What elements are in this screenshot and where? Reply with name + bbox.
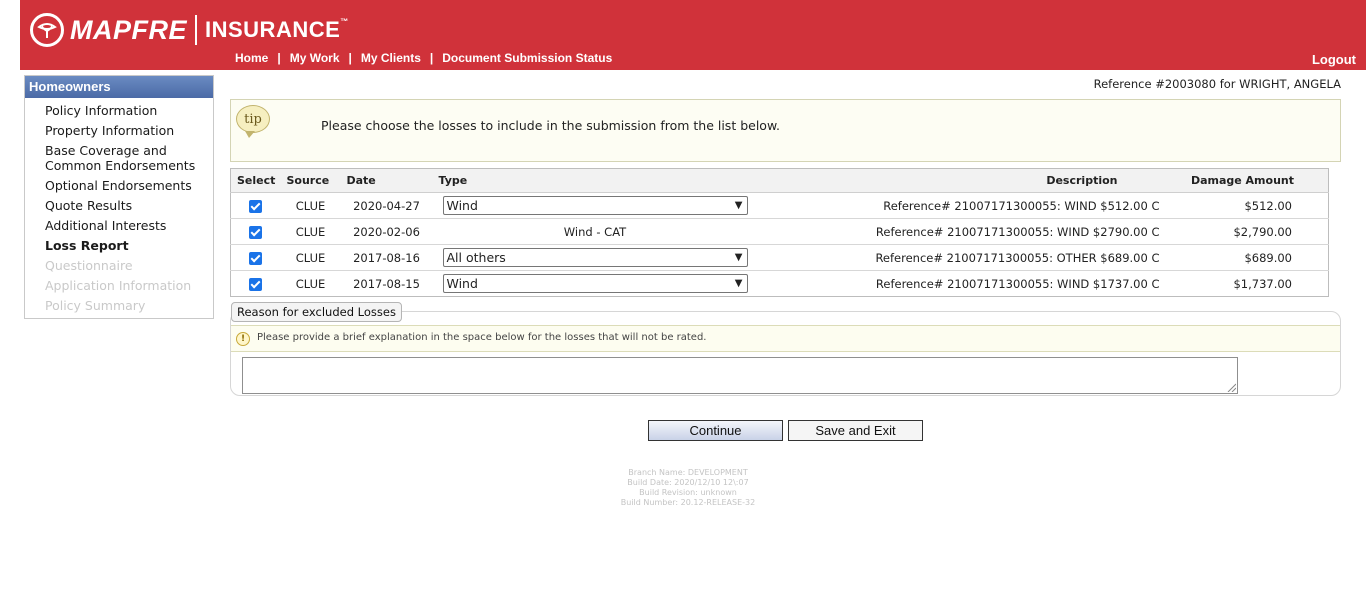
sidebar-menu: Policy Information Property Information … xyxy=(25,103,213,313)
tip-text: Please choose the losses to include in t… xyxy=(321,118,780,133)
sidebar-title: Homeowners xyxy=(25,76,213,98)
select-cell xyxy=(230,218,281,245)
build-info: Branch Name: DEVELOPMENT Build Date: 202… xyxy=(588,468,788,508)
loss-type-value: Wind xyxy=(446,276,478,291)
chevron-down-icon: ▼ xyxy=(734,200,743,211)
select-cell xyxy=(230,192,281,219)
damage-amount-cell: $1,737.00 xyxy=(1233,276,1292,291)
select-cell xyxy=(231,271,281,297)
brand-product: INSURANCE™ xyxy=(205,17,349,42)
column-header-description: Description xyxy=(757,168,1178,193)
type-cell: All others ▼ xyxy=(432,244,758,271)
loss-select-checkbox[interactable] xyxy=(249,277,263,291)
nav-separator: | xyxy=(429,51,434,65)
nav-home-link[interactable]: Home xyxy=(235,51,268,65)
date-cell: 2020-02-06 xyxy=(340,218,433,245)
table-row: CLUE 2017-08-16 All others ▼ Reference# … xyxy=(230,244,1329,271)
date-cell: 2020-04-27 xyxy=(340,192,433,219)
chevron-down-icon: ▼ xyxy=(734,278,743,289)
loss-select-checkbox[interactable] xyxy=(249,251,263,265)
type-cell: Wind - CAT xyxy=(432,218,758,245)
continue-button[interactable]: Continue xyxy=(648,420,783,441)
tip-panel: tip Please choose the losses to include … xyxy=(230,99,1341,162)
sidebar: Homeowners Policy Information Property I… xyxy=(24,75,214,319)
mapfre-logo[interactable]: MAPFRE INSURANCE™ xyxy=(30,12,349,48)
sidebar-item-policy-information[interactable]: Policy Information xyxy=(45,103,213,118)
info-icon: ! xyxy=(236,332,250,346)
nav-document-submission-status-link[interactable]: Document Submission Status xyxy=(442,51,612,65)
nav-separator: | xyxy=(277,51,281,65)
source-cell: CLUE xyxy=(280,244,341,271)
table-row: CLUE 2020-02-06 Wind - CAT Reference# 21… xyxy=(230,218,1329,245)
column-header-type: Type xyxy=(432,168,758,193)
trademark-mark: ™ xyxy=(340,17,349,26)
nav-my-clients-link[interactable]: My Clients xyxy=(361,51,421,65)
source-cell: CLUE xyxy=(280,192,341,219)
column-header-date: Date xyxy=(340,168,433,193)
sidebar-item-additional-interests[interactable]: Additional Interests xyxy=(45,218,213,233)
losses-table: Select Source Date Type Description Dama… xyxy=(230,168,1329,297)
resize-grip-icon[interactable] xyxy=(1226,382,1236,392)
nav-my-work-link[interactable]: My Work xyxy=(290,51,340,65)
description-cell: Reference# 21007171300055: WIND $1737.00… xyxy=(875,276,1160,291)
type-cell: Wind ▼ xyxy=(432,192,758,219)
description-cell: Reference# 21007171300055: OTHER $689.00… xyxy=(757,244,1178,271)
sidebar-item-application-information: Application Information xyxy=(45,278,192,293)
description-cell: Reference# 21007171300055: WIND $2790.00… xyxy=(757,218,1178,245)
table-row: CLUE 2020-04-27 Wind ▼ Reference# 210071… xyxy=(230,192,1329,219)
table-header-row: Select Source Date Type Description Dama… xyxy=(230,168,1329,193)
loss-type-value: All others xyxy=(446,250,506,265)
sidebar-item-quote-results[interactable]: Quote Results xyxy=(45,198,213,213)
top-navigation: Home | My Work | My Clients | Document S… xyxy=(235,51,612,65)
loss-type-text: Wind - CAT xyxy=(563,224,627,239)
loss-type-select[interactable]: Wind ▼ xyxy=(442,196,748,215)
build-revision: Build Revision: unknown xyxy=(639,488,737,497)
description-cell: Reference# 21007171300055: WIND $512.00 … xyxy=(757,192,1178,219)
date-cell: 2017-08-15 xyxy=(353,276,420,291)
nav-separator: | xyxy=(348,51,352,65)
build-branch: Branch Name: DEVELOPMENT xyxy=(628,468,748,477)
sidebar-item-property-information[interactable]: Property Information xyxy=(45,123,213,138)
select-cell xyxy=(230,244,281,271)
brand-name: MAPFRE xyxy=(70,14,187,45)
source-cell: CLUE xyxy=(280,218,341,245)
logout-link[interactable]: Logout xyxy=(1312,52,1356,67)
sidebar-item-optional-endorsements[interactable]: Optional Endorsements xyxy=(45,178,213,193)
column-header-select: Select xyxy=(230,168,281,193)
loss-type-select[interactable]: All others ▼ xyxy=(442,248,748,267)
loss-select-checkbox[interactable] xyxy=(249,225,263,239)
source-cell: CLUE xyxy=(295,276,326,291)
loss-type-select[interactable]: Wind ▼ xyxy=(442,274,748,293)
type-cell: Wind ▼ xyxy=(433,271,758,297)
save-and-exit-button[interactable]: Save and Exit xyxy=(788,420,923,441)
loss-type-value: Wind xyxy=(446,198,478,213)
table-row: CLUE 2017-08-15 Wind ▼ Reference# 210071… xyxy=(231,271,1329,297)
excluded-losses-reason-input[interactable] xyxy=(242,357,1238,394)
sidebar-item-policy-summary: Policy Summary xyxy=(45,298,146,313)
damage-amount-cell: $689.00 xyxy=(1177,244,1329,271)
column-header-source: Source xyxy=(280,168,341,193)
excluded-losses-note-text: Please provide a brief explanation in th… xyxy=(257,332,707,343)
logo-divider xyxy=(195,15,197,45)
policy-reference: Reference #2003080 for WRIGHT, ANGELA xyxy=(1093,77,1341,91)
sidebar-item-questionnaire: Questionnaire xyxy=(45,258,133,273)
mapfre-emblem-icon xyxy=(30,13,64,47)
tip-icon: tip xyxy=(236,105,270,138)
loss-select-checkbox[interactable] xyxy=(249,199,263,213)
sidebar-item-base-coverage[interactable]: Base Coverage and Common Endorsements xyxy=(45,143,213,173)
date-cell: 2017-08-16 xyxy=(340,244,433,271)
column-header-damage-amount: Damage Amount xyxy=(1177,168,1329,193)
damage-amount-cell: $512.00 xyxy=(1177,192,1329,219)
app-header: MAPFRE INSURANCE™ Home | My Work | My Cl… xyxy=(20,0,1366,70)
chevron-down-icon: ▼ xyxy=(734,252,743,263)
excluded-losses-note: ! Please provide a brief explanation in … xyxy=(231,325,1340,352)
build-date: Build Date: 2020/12/10 12\:07 xyxy=(627,478,749,487)
build-number: Build Number: 20.12-RELEASE-32 xyxy=(620,498,756,507)
excluded-losses-tab: Reason for excluded Losses xyxy=(231,302,402,322)
sidebar-item-loss-report[interactable]: Loss Report xyxy=(45,238,213,253)
damage-amount-cell: $2,790.00 xyxy=(1177,218,1329,245)
